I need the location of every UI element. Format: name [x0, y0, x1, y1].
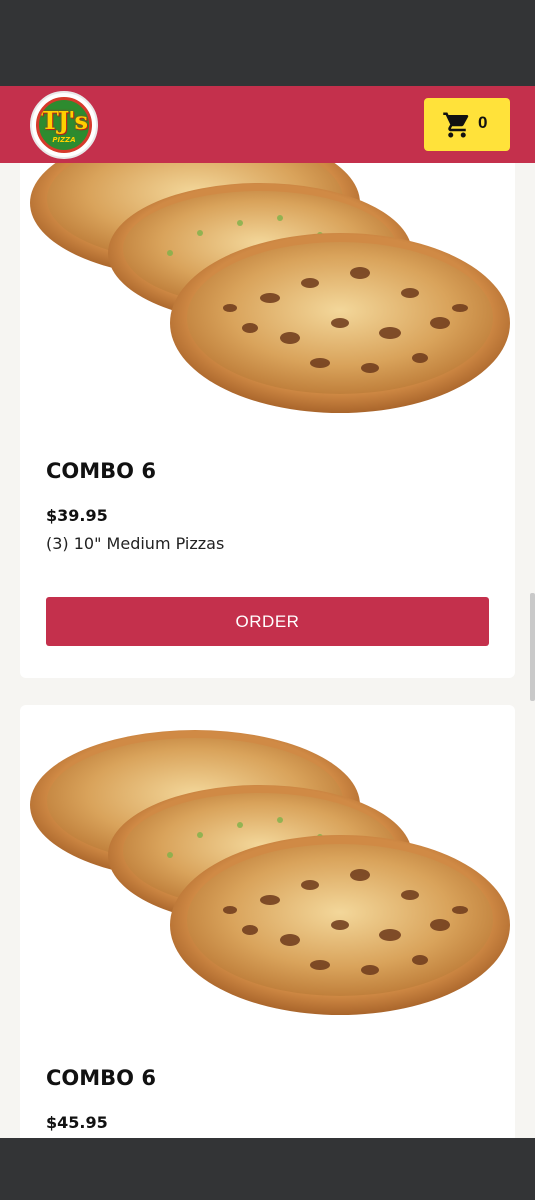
order-button[interactable]: ORDER: [46, 597, 489, 646]
product-title: COMBO 6: [46, 1066, 156, 1090]
pizza-image[interactable]: [20, 725, 515, 1025]
app-header: TJ's PIZZA 0: [0, 86, 535, 163]
scrollbar-thumb[interactable]: [530, 593, 535, 701]
status-bar: [0, 0, 535, 86]
brand-logo[interactable]: TJ's PIZZA: [30, 91, 98, 159]
product-description: (3) 10" Medium Pizzas: [46, 534, 225, 553]
logo-badge: TJ's PIZZA: [36, 97, 92, 153]
navigation-bar: [0, 1138, 535, 1200]
product-price: $39.95: [46, 506, 108, 525]
logo-subtext: PIZZA: [52, 136, 76, 144]
shopping-cart-icon: [443, 112, 469, 138]
logo-text: TJ's: [40, 106, 88, 135]
pizza-image[interactable]: [20, 163, 515, 423]
cart-count: 0: [478, 113, 488, 132]
product-title: COMBO 6: [46, 459, 156, 483]
product-price: $45.95: [46, 1113, 108, 1132]
product-card: COMBO 6 $45.95: [20, 705, 515, 1138]
cart-button[interactable]: 0: [424, 98, 510, 151]
product-list[interactable]: COMBO 6 COMBO 6 $39.95 (3) 10" Medium Pi…: [0, 163, 535, 1138]
